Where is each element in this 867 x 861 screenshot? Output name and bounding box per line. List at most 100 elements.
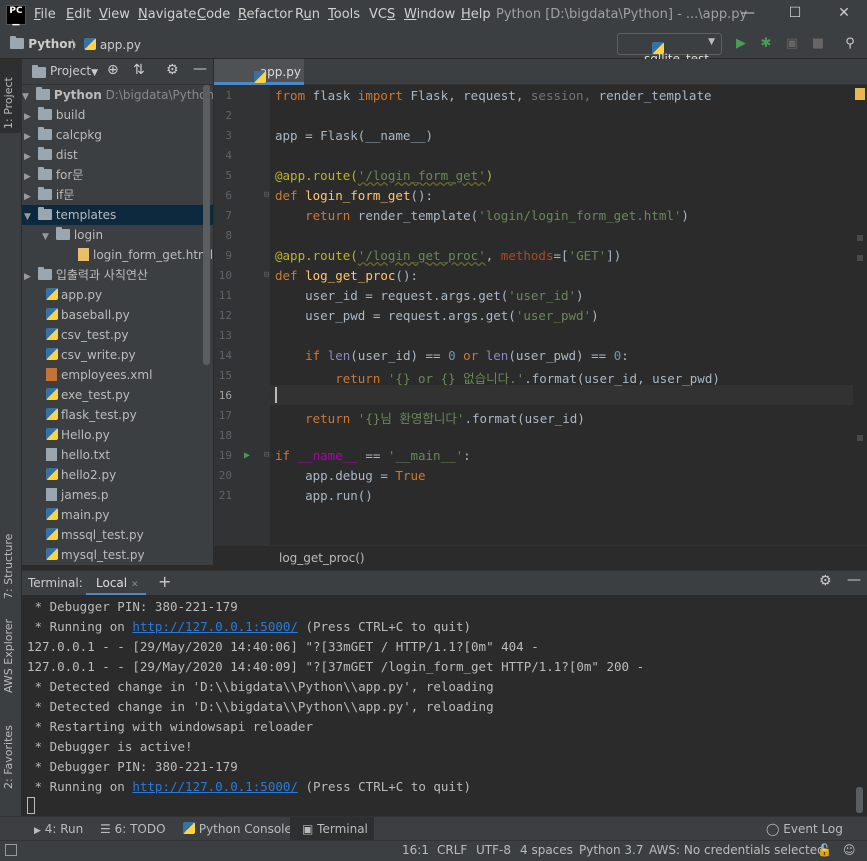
gear-icon[interactable]: ⚙ <box>166 62 179 78</box>
search-icon[interactable]: ⚲ <box>842 36 858 52</box>
tree-item[interactable]: mssql_test.py <box>46 525 144 545</box>
menu-window[interactable]: Window <box>404 7 455 22</box>
terminal-scrollbar[interactable] <box>856 787 863 813</box>
editor-tab-app-py[interactable]: app.py ✕ <box>214 59 304 93</box>
tool-tab-aws-explorer[interactable]: AWS Explorer <box>2 619 15 693</box>
menu-vcs[interactable]: VCS <box>369 7 395 22</box>
locate-icon[interactable]: ⊕ <box>107 62 119 78</box>
menu-code[interactable]: Code <box>197 7 230 22</box>
fold-icon[interactable]: ⊟ <box>264 190 269 200</box>
tool-tab-run[interactable]: ▶ 4: Run <box>34 817 83 841</box>
terminal-line: * Detected change in 'D:\\bigdata\\Pytho… <box>27 699 494 714</box>
tree-item[interactable]: mysql_test.py <box>46 545 145 565</box>
folder-icon <box>38 267 52 280</box>
collapse-all-icon[interactable]: ⇅ <box>133 62 145 78</box>
minimize-icon[interactable]: — <box>738 5 758 25</box>
menu-run[interactable]: Run <box>295 7 320 22</box>
lock-icon[interactable]: 🔓 <box>817 843 832 857</box>
terminal-link[interactable]: http://127.0.0.1:5000/ <box>132 779 298 794</box>
editor-scrollbar[interactable] <box>853 85 867 545</box>
run-configuration-select[interactable]: sqllite_test ▼ <box>617 33 722 66</box>
run-gutter-icon[interactable]: ▶ <box>244 450 250 461</box>
tree-scrollbar[interactable] <box>203 85 210 365</box>
tree-item[interactable]: employees.xml <box>46 365 152 385</box>
line-number: 13 <box>218 329 232 342</box>
menu-help[interactable]: Help <box>461 7 491 22</box>
warning-marker-icon[interactable] <box>855 88 865 100</box>
line-number: 9 <box>225 249 232 262</box>
menu-tools[interactable]: Tools <box>328 7 360 22</box>
hide-panel-icon[interactable]: — <box>193 61 207 77</box>
tree-item[interactable]: ▶ calcpkg <box>24 125 102 145</box>
tree-item[interactable]: csv_test.py <box>46 325 129 345</box>
tree-root[interactable]: ▼ Python D:\bigdata\Python <box>22 85 213 105</box>
tool-tab-structure[interactable]: 7: Structure <box>2 534 15 599</box>
event-log-button[interactable]: ◯ Event Log <box>766 817 843 841</box>
line-number: 8 <box>225 229 232 242</box>
tool-windows-toggle-icon[interactable] <box>5 844 17 856</box>
fold-icon[interactable]: ⊟ <box>264 270 269 280</box>
editor-breadcrumb[interactable]: log_get_proc() <box>214 545 867 570</box>
tree-item[interactable]: login_form_get.html <box>78 245 213 265</box>
inspector-icon[interactable]: ☺ <box>843 843 856 857</box>
project-view-select[interactable]: Project▼ <box>50 64 98 78</box>
scroll-marker <box>857 255 863 261</box>
close-tab-icon[interactable]: ✕ <box>131 580 139 590</box>
tree-item[interactable]: james.p <box>46 485 108 505</box>
tree-item[interactable]: app.py <box>46 285 102 305</box>
tree-item[interactable]: baseball.py <box>46 305 130 325</box>
tree-item[interactable]: ▶ 입출력과 사칙연산 <box>24 265 148 285</box>
tree-item[interactable]: Hello.py <box>46 425 110 445</box>
aws-credentials[interactable]: AWS: No credentials selected <box>649 843 825 857</box>
scroll-marker <box>857 235 863 241</box>
tree-item-selected[interactable]: ▼ templates <box>22 205 213 225</box>
menu-file[interactable]: File <box>34 7 56 22</box>
tree-item[interactable]: ▶ dist <box>24 145 78 165</box>
maximize-icon[interactable]: ☐ <box>785 5 805 25</box>
indent-setting[interactable]: 4 spaces <box>520 843 573 857</box>
code-line: return render_template('login/login_form… <box>275 208 689 223</box>
breadcrumb-file[interactable]: app.py <box>84 37 141 52</box>
tree-item[interactable]: ▶ build <box>24 105 85 125</box>
run-icon[interactable]: ▶ <box>733 36 749 52</box>
tool-tab-todo[interactable]: ☰ 6: TODO <box>100 817 166 841</box>
stop-icon[interactable]: ■ <box>810 36 826 52</box>
tool-tab-terminal[interactable]: ▣ Terminal <box>290 817 374 841</box>
line-number: 21 <box>218 489 232 502</box>
tool-tab-project[interactable]: 1: Project <box>2 77 15 129</box>
tree-item[interactable]: hello.txt <box>46 445 110 465</box>
line-separator[interactable]: CRLF <box>437 843 467 857</box>
hide-panel-icon[interactable]: — <box>847 572 861 588</box>
line-number: 14 <box>218 349 232 362</box>
python-file-icon <box>46 328 58 340</box>
file-encoding[interactable]: UTF-8 <box>476 843 511 857</box>
terminal-tab-local[interactable]: Local ✕ <box>86 571 146 596</box>
menu-view[interactable]: View <box>99 7 130 22</box>
fold-icon[interactable]: ⊟ <box>264 450 269 460</box>
menu-navigate[interactable]: Navigate <box>138 7 196 22</box>
gear-icon[interactable]: ⚙ <box>819 573 832 589</box>
tree-item[interactable]: main.py <box>46 505 110 525</box>
tree-item[interactable]: ▼ login <box>42 225 103 245</box>
new-terminal-icon[interactable]: + <box>158 572 171 591</box>
menu-refactor[interactable]: Refactor <box>238 7 293 22</box>
tree-item[interactable]: hello2.py <box>46 465 116 485</box>
tree-item[interactable]: exe_test.py <box>46 385 130 405</box>
tree-item[interactable]: ▶ if문 <box>24 185 74 205</box>
code-editor[interactable]: from flask import Flask, request, sessio… <box>270 85 853 545</box>
python-interpreter[interactable]: Python 3.7 <box>579 843 644 857</box>
close-icon[interactable]: ✕ <box>834 5 854 25</box>
breadcrumb-project[interactable]: Python <box>10 36 76 51</box>
menu-edit[interactable]: Edit <box>66 7 91 22</box>
terminal-output[interactable]: * Debugger PIN: 380-221-179 * Running on… <box>22 595 867 816</box>
tool-tab-favorites[interactable]: 2: Favorites <box>2 725 15 789</box>
caret-position[interactable]: 16:1 <box>402 843 429 857</box>
tool-tab-python-console[interactable]: Python Console <box>183 817 292 841</box>
tree-item[interactable]: flask_test.py <box>46 405 137 425</box>
tree-item[interactable]: ▶ for문 <box>24 165 83 185</box>
debug-icon[interactable]: ✱ <box>758 36 774 52</box>
tree-item[interactable]: csv_write.py <box>46 345 136 365</box>
coverage-icon[interactable]: ▣ <box>784 36 800 52</box>
editor-tab-bar <box>214 59 867 85</box>
terminal-link[interactable]: http://127.0.0.1:5000/ <box>132 619 298 634</box>
